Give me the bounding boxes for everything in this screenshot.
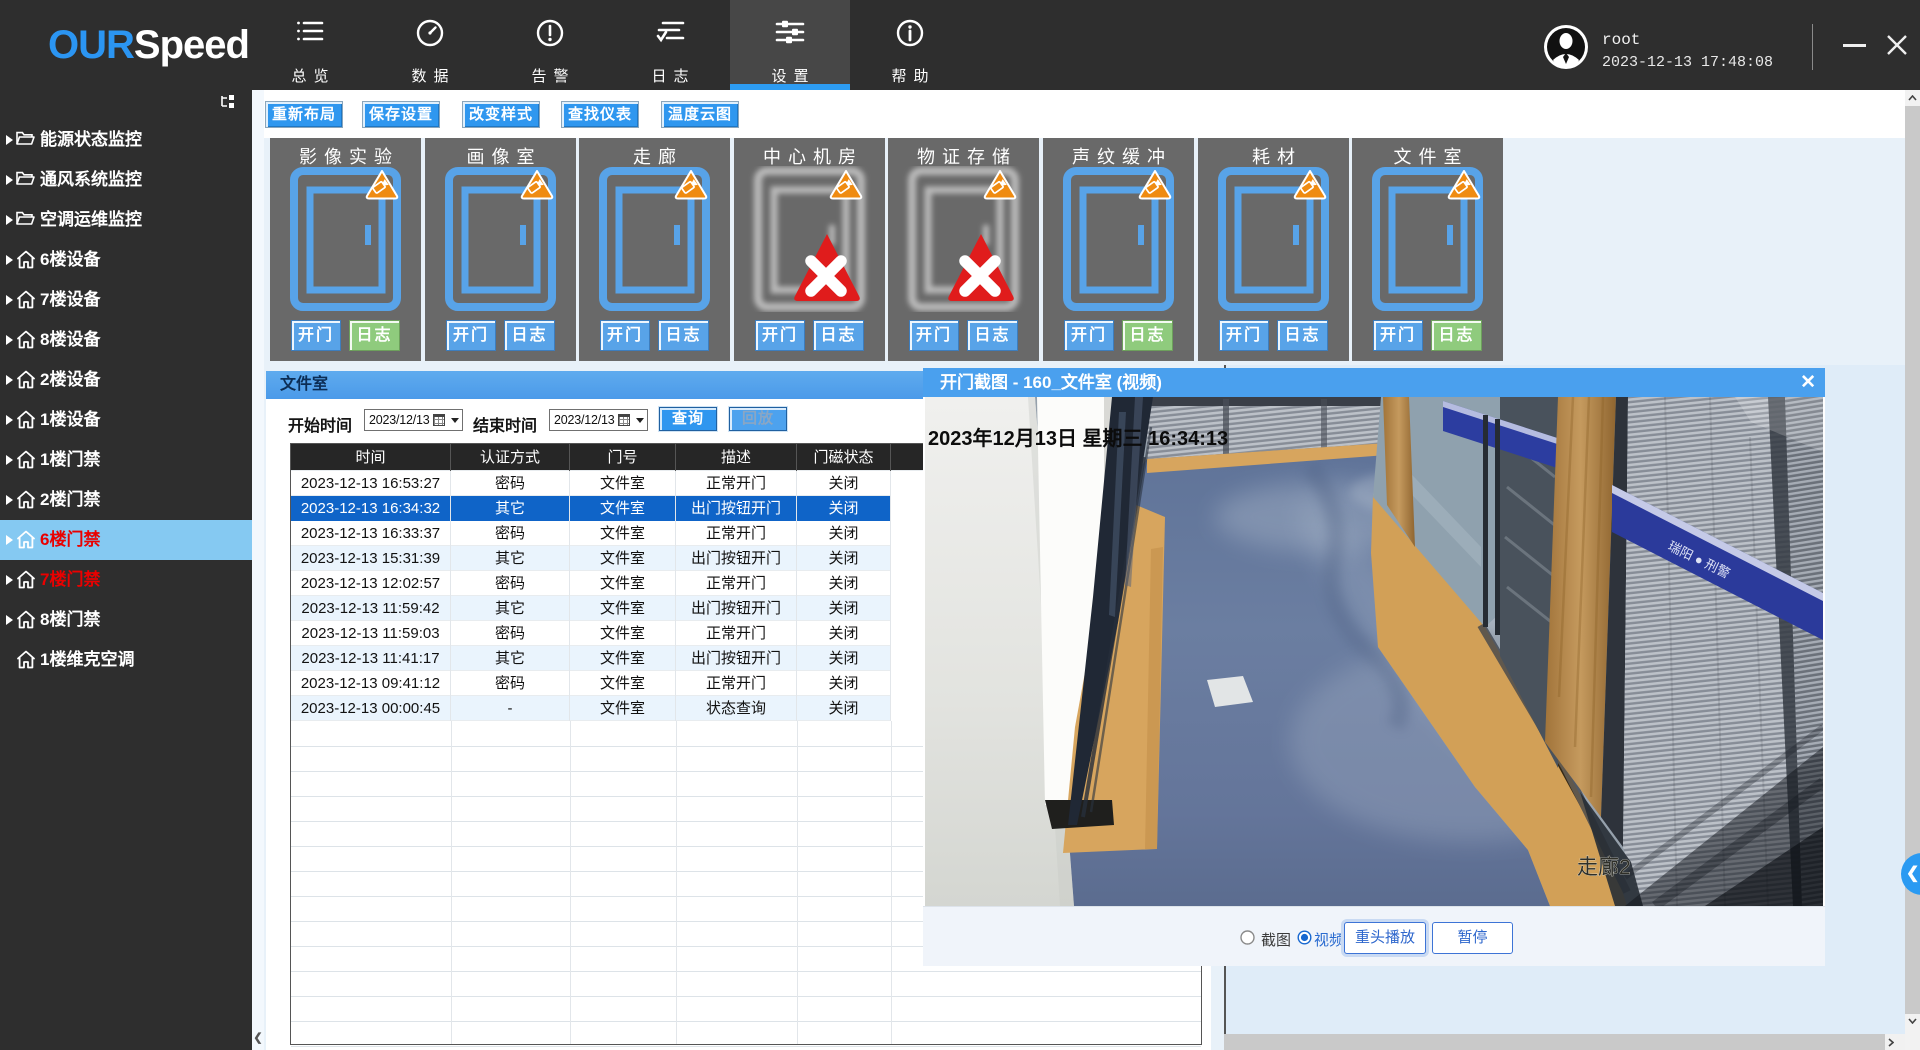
svg-text:走廊2: 走廊2 [1577, 856, 1631, 879]
svg-text:2023年12月13日 星期三 16:34:13: 2023年12月13日 星期三 16:34:13 [928, 426, 1228, 450]
